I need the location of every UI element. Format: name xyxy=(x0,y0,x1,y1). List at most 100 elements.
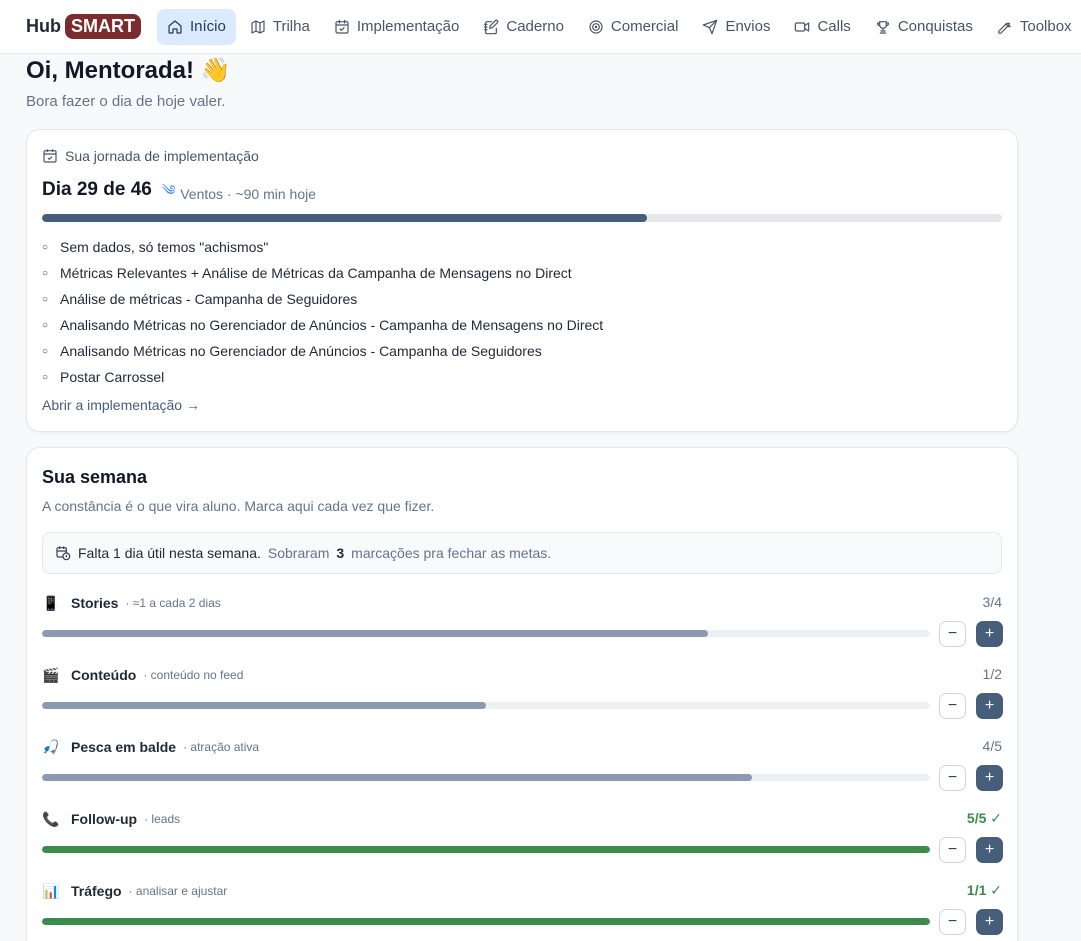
habit-name: Conteúdo xyxy=(71,667,137,683)
nav-item-calls[interactable]: Calls xyxy=(784,9,860,45)
habit-name: Stories xyxy=(71,595,119,611)
minus-icon: − xyxy=(947,913,958,930)
journey-progress-fill xyxy=(42,214,647,222)
habit-emoji-icon: 🎣 xyxy=(42,738,60,755)
circle-bullet-icon: ○ xyxy=(42,293,49,305)
nav-item-envios[interactable]: Envios xyxy=(692,9,780,45)
calendar-check-icon xyxy=(335,19,349,34)
wind-icon: ༄ xyxy=(161,182,176,198)
habit-emoji-icon: 📞 xyxy=(42,810,60,827)
top-navigation-bar: Hub SMART Início Trilha Implementação Ca… xyxy=(0,0,1081,54)
journey-task-item[interactable]: ○ Analisando Métricas no Gerenciador de A… xyxy=(42,312,603,338)
nav-item-caderno[interactable]: Caderno xyxy=(473,9,574,45)
habit-count: 5/5 ✓ xyxy=(966,810,1002,826)
send-icon xyxy=(703,19,718,34)
increment-button[interactable]: + xyxy=(976,909,1003,935)
trophy-icon xyxy=(876,20,889,34)
nav-label: Trilha xyxy=(272,18,310,35)
habit-count: 3/4 xyxy=(982,594,1002,610)
journey-task-item[interactable]: ○ Sem dados, só temos "achismos" xyxy=(42,234,603,260)
nav-label: Início xyxy=(190,18,226,35)
notebook-pen-icon xyxy=(484,19,499,34)
calendar-check-icon xyxy=(43,149,57,163)
nav-item-implementacao[interactable]: Implementação xyxy=(324,9,470,45)
plus-icon: + xyxy=(984,625,995,642)
alarm-clock-icon xyxy=(56,546,71,561)
home-icon xyxy=(168,19,182,34)
main-nav: Início Trilha Implementação Caderno Come… xyxy=(157,8,1081,45)
nav-item-comercial[interactable]: Comercial xyxy=(578,9,689,45)
week-title: Sua semana xyxy=(42,467,148,487)
habit-emoji-icon: 🎬 xyxy=(42,666,60,683)
decrement-button[interactable]: − xyxy=(939,693,966,719)
habit-header: 🎬 Conteúdo · conteúdo no feed xyxy=(42,666,243,684)
habit-emoji-icon: 📊 xyxy=(42,882,60,899)
brand-logo[interactable]: Hub SMART xyxy=(26,14,141,39)
habit-hint: · ≈1 a cada 2 dias xyxy=(125,596,221,610)
nav-item-inicio[interactable]: Início xyxy=(157,8,236,45)
plus-icon: + xyxy=(984,913,995,930)
habit-hint: · conteúdo no feed xyxy=(143,668,244,682)
decrement-button[interactable]: − xyxy=(939,909,966,935)
nav-label: Calls xyxy=(817,18,851,35)
habit-progress-bar xyxy=(42,774,930,781)
increment-button[interactable]: + xyxy=(976,621,1003,647)
nav-item-trilha[interactable]: Trilha xyxy=(240,9,320,45)
nav-label: Toolbox xyxy=(1019,18,1072,35)
habit-header: 📊 Tráfego · analisar e ajustar xyxy=(42,882,227,900)
minus-icon: − xyxy=(947,769,958,786)
habit-row: 🎣 Pesca em balde · atração ativa 4/5 − + xyxy=(42,732,1003,804)
journey-task-text: Sem dados, só temos "achismos" xyxy=(60,239,269,255)
journey-task-text: Postar Carrossel xyxy=(60,369,165,385)
open-implementation-link[interactable]: Abrir a implementação → xyxy=(42,397,200,413)
habit-progress-fill xyxy=(42,702,486,709)
notice-strong-text: Falta 1 dia útil nesta semana. xyxy=(78,545,261,561)
nav-label: Conquistas xyxy=(897,18,973,35)
habit-count: 4/5 xyxy=(982,738,1002,754)
week-notice: Falta 1 dia útil nesta semana. Sobraram … xyxy=(42,532,1002,574)
plus-icon: + xyxy=(984,697,995,714)
decrement-button[interactable]: − xyxy=(939,621,966,647)
habit-progress-bar xyxy=(42,918,930,925)
journey-task-item[interactable]: ○ Análise de métricas - Campanha de Segui… xyxy=(42,286,603,312)
map-icon xyxy=(251,19,265,34)
habit-header: 📞 Follow-up · leads xyxy=(42,810,180,828)
habit-progress-fill xyxy=(42,846,930,853)
habit-hint: · analisar e ajustar xyxy=(128,884,228,898)
journey-task-item[interactable]: ○ Analisando Métricas no Gerenciador de A… xyxy=(42,338,603,364)
habit-progress-fill xyxy=(42,918,930,925)
journey-task-text: Analisando Métricas no Gerenciador de An… xyxy=(60,343,542,359)
minus-icon: − xyxy=(947,841,958,858)
habit-progress-bar xyxy=(42,702,930,709)
decrement-button[interactable]: − xyxy=(939,765,966,791)
journey-meta: ༄ Ventos · ~90 min hoje xyxy=(162,174,316,214)
circle-bullet-icon: ○ xyxy=(42,241,49,253)
journey-task-item[interactable]: ○ Postar Carrossel xyxy=(42,364,603,390)
nav-label: Implementação xyxy=(356,18,460,35)
increment-button[interactable]: + xyxy=(976,693,1003,719)
habit-row: 📊 Tráfego · analisar e ajustar 1/1 ✓ − + xyxy=(42,876,1003,941)
journey-day-header: Dia 29 de 46 ༄ Ventos · ~90 min hoje xyxy=(42,174,316,214)
increment-button[interactable]: + xyxy=(976,837,1003,863)
habit-count: 1/2 xyxy=(982,666,1002,682)
increment-button[interactable]: + xyxy=(976,765,1003,791)
decrement-button[interactable]: − xyxy=(939,837,966,863)
page-title: Oi, Mentorada! 👋 xyxy=(26,57,231,84)
habit-list: 📱 Stories · ≈1 a cada 2 dias 3/4 − + 🎬 Conteúdo… xyxy=(42,588,1003,941)
notice-pre-text: Sobraram xyxy=(267,545,330,561)
page-subtitle: Bora fazer o dia de hoje valer. xyxy=(26,93,226,110)
habit-row: 🎬 Conteúdo · conteúdo no feed 1/2 − + xyxy=(42,660,1003,732)
brand-smart-badge: SMART xyxy=(65,14,141,39)
journey-card: Sua jornada de implementação Dia 29 de 4… xyxy=(26,129,1018,432)
wrench-icon xyxy=(997,22,1011,34)
habit-name: Follow-up xyxy=(71,811,138,827)
circle-bullet-icon: ○ xyxy=(42,345,49,357)
habit-progress-fill xyxy=(42,774,753,781)
habit-header: 🎣 Pesca em balde · atração ativa xyxy=(42,738,259,756)
nav-label: Caderno xyxy=(506,18,564,35)
nav-item-conquistas[interactable]: Conquistas xyxy=(865,9,983,45)
habit-count: 1/1 ✓ xyxy=(966,882,1002,898)
nav-item-toolbox[interactable]: Toolbox xyxy=(987,9,1081,45)
habit-progress-bar xyxy=(42,630,930,637)
journey-task-item[interactable]: ○ Métricas Relevantes + Análise de Métric… xyxy=(42,260,603,286)
